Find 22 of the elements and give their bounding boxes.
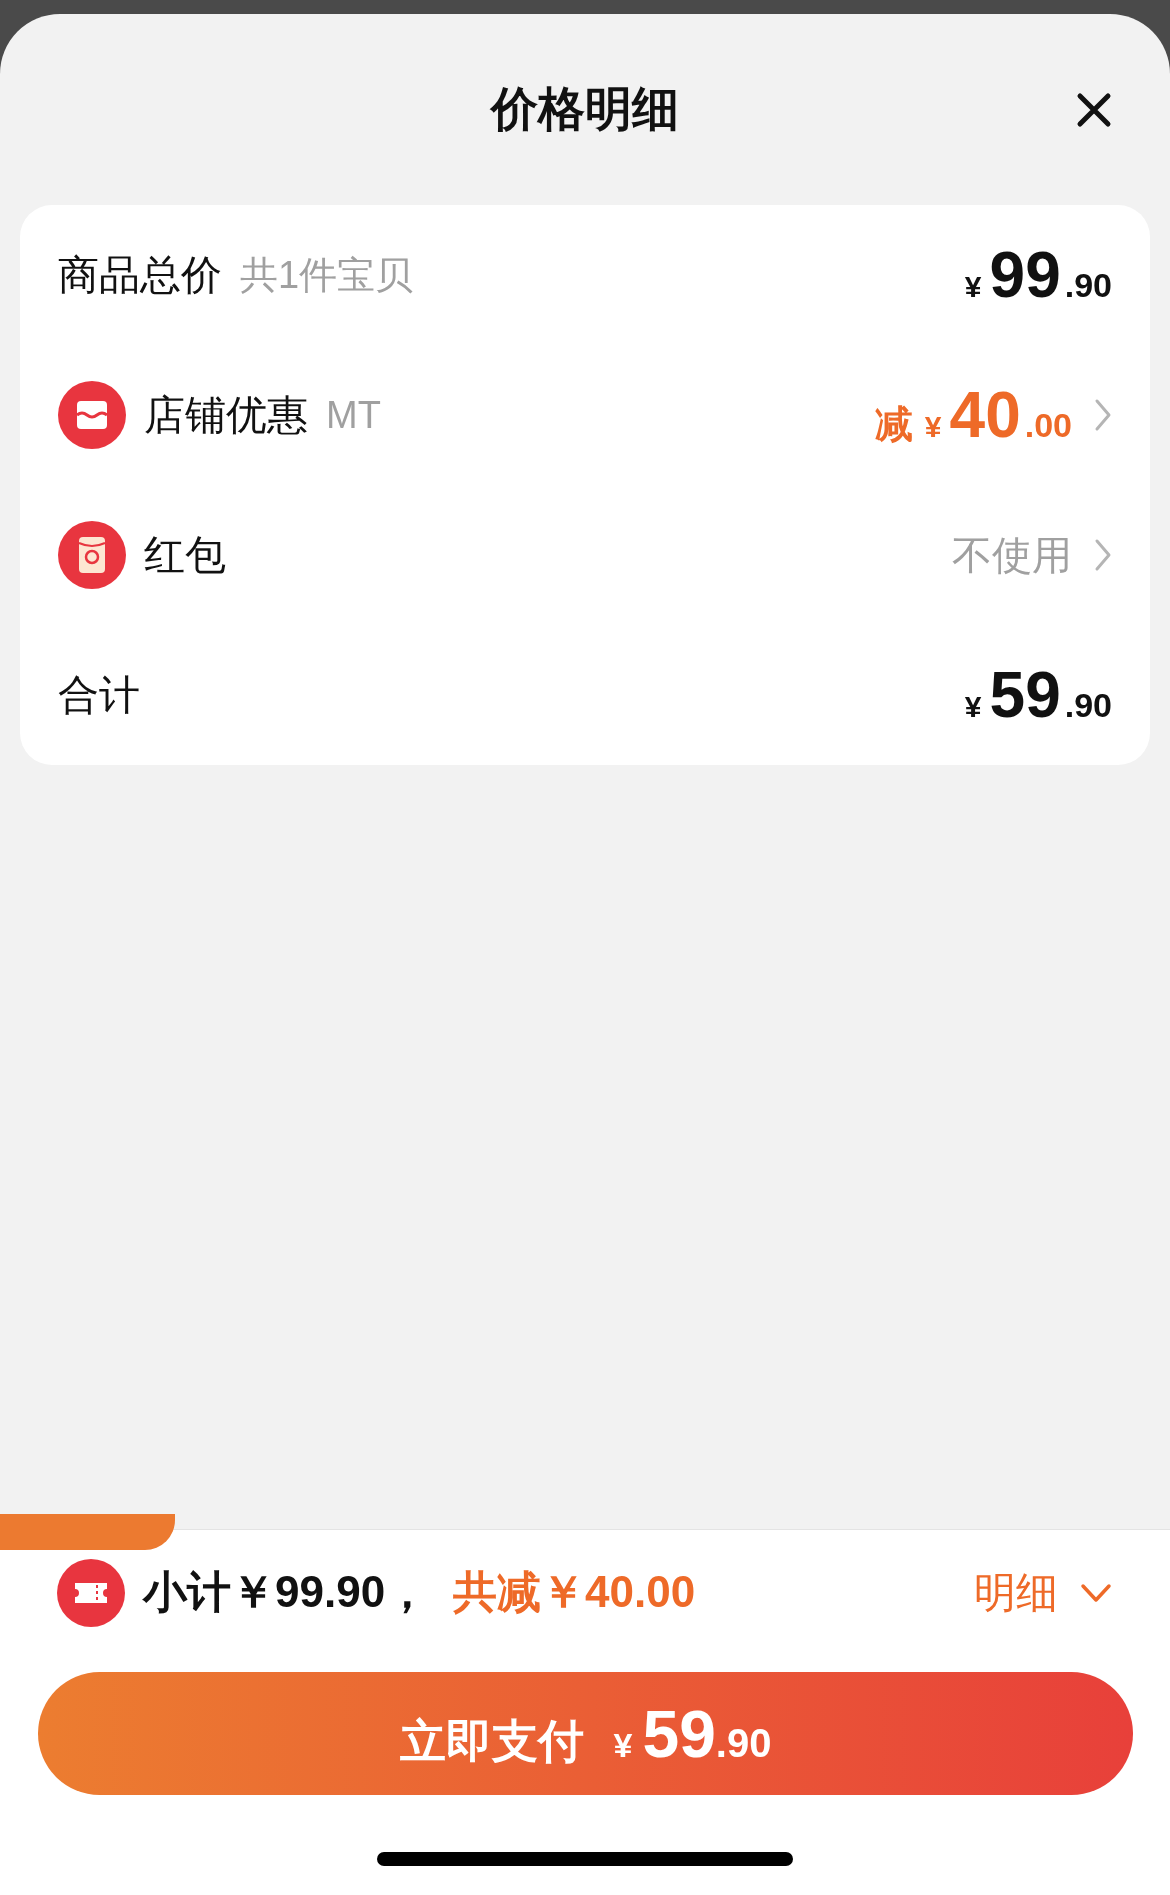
details-toggle[interactable]: 明细 — [974, 1564, 1112, 1621]
price-text: ¥99.90 — [964, 238, 1112, 312]
discount-amount[interactable]: 减 ¥40.00 — [874, 378, 1072, 452]
ticket-icon — [57, 1558, 125, 1627]
chevron-right-icon[interactable] — [1094, 398, 1112, 432]
chevron-down-icon — [1080, 1582, 1112, 1603]
chevron-right-icon[interactable] — [1094, 538, 1112, 572]
row-label: 商品总价 — [58, 250, 222, 300]
row-label: 红包 — [144, 530, 226, 580]
sheet-title: 价格明细 — [491, 81, 679, 137]
close-icon[interactable] — [1076, 91, 1112, 128]
pay-button[interactable]: 立即支付 ¥59.90 — [38, 1672, 1133, 1795]
row-note: MT — [326, 393, 381, 437]
row-note: 共1件宝贝 — [240, 252, 414, 298]
row-label: 合计 — [58, 670, 140, 720]
row-label: 店铺优惠 — [144, 390, 308, 440]
shop-icon — [58, 381, 126, 449]
option-value[interactable]: 不使用 — [952, 527, 1072, 583]
subtotal-text: 小计￥99.90， — [143, 1566, 430, 1618]
envelope-icon — [58, 521, 126, 589]
price-text: ¥59.90 — [964, 658, 1112, 732]
total-discount-text: 共减￥40.00 — [453, 1566, 696, 1618]
